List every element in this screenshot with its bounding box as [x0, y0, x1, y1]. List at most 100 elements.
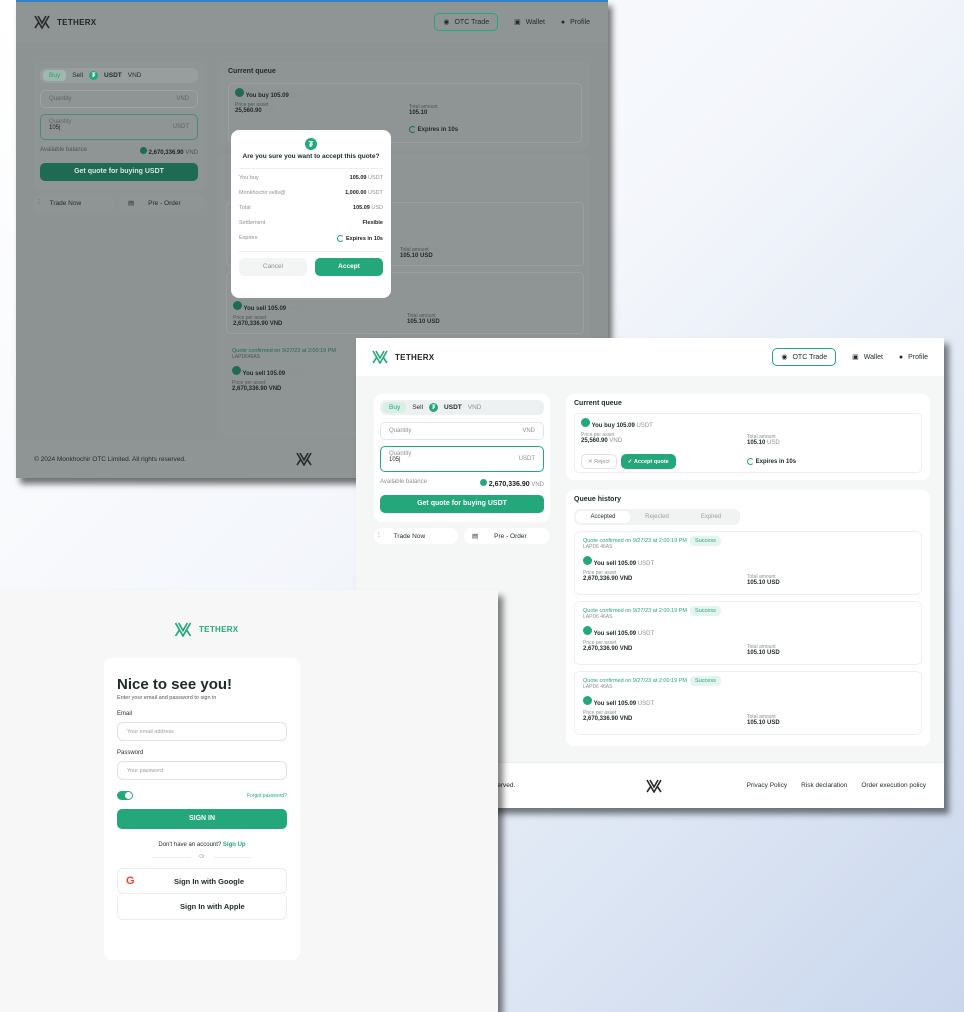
tab-accepted[interactable]: Accepted: [576, 511, 630, 523]
tab-rejected[interactable]: Rejected: [630, 514, 684, 520]
modal-row: Total 105.09 USD: [239, 205, 383, 211]
total-value: 105.10 USD: [747, 580, 780, 586]
box-icon: ▤: [128, 200, 135, 207]
buy-tab[interactable]: Buy: [383, 402, 407, 413]
usdt-icon: ₮: [89, 71, 99, 80]
trade-panel: Buy Sell ₮ USDT VND Quantity VND Quantity 1…: [34, 62, 204, 190]
tab-expired[interactable]: Expired: [684, 514, 738, 520]
brand-name: TETHERX: [395, 352, 435, 362]
no-account-text: Don't have an account?: [158, 842, 222, 848]
modal-row-value: Expires in 10s: [337, 235, 383, 242]
google-signin-button[interactable]: G Sign In with Google: [117, 868, 287, 894]
cancel-button[interactable]: Cancel: [239, 258, 307, 276]
forgot-password-link[interactable]: Forgot password?: [247, 793, 287, 799]
buy-tab[interactable]: Buy: [43, 70, 67, 81]
brand-name: TETHERX: [57, 17, 97, 27]
expires-timer: Expires in 10s: [747, 458, 796, 465]
get-quote-button[interactable]: Get quote for buying USDT: [40, 163, 198, 181]
nav-profile[interactable]: ● Profile: [899, 354, 928, 361]
preorder-button[interactable]: ▤ Pre - Order: [120, 195, 204, 211]
box-icon: ▤: [472, 533, 479, 540]
quantity-field[interactable]: Quantity VND: [380, 422, 544, 440]
quantity-usdt-field[interactable]: Quantity 105| USDT: [40, 114, 198, 140]
nav-otc-trade[interactable]: ◉ OTC Trade: [434, 13, 499, 31]
email-field[interactable]: Your email address: [117, 722, 287, 741]
otc-icon: ◉: [781, 354, 788, 361]
get-quote-button[interactable]: Get quote for buying USDT: [380, 495, 544, 513]
privacy-policy-link[interactable]: Privacy Policy: [747, 782, 787, 789]
trade-now-button[interactable]: ⫶ Trade Now: [374, 528, 458, 544]
usdt-icon: [581, 418, 590, 427]
brand-name: TETHERX: [199, 625, 239, 634]
modal-row: You buy 105.09 USDT: [239, 175, 383, 181]
spinner-icon: [337, 235, 345, 242]
preorder-button[interactable]: ▤ Pre - Order: [464, 528, 550, 544]
asset-label: USDT: [444, 404, 462, 411]
accept-quote-button[interactable]: ✓ Accept quote: [620, 454, 676, 469]
nav-otc-trade[interactable]: ◉ OTC Trade: [772, 348, 837, 366]
current-queue: Current queue You buy 105.09 USDT Price …: [566, 394, 930, 480]
signin-button[interactable]: SIGN IN: [117, 809, 287, 829]
modal-row-value: Flexible: [362, 220, 383, 226]
profile-icon: ●: [560, 18, 566, 26]
password-label: Password: [117, 750, 144, 756]
sell-text: You sell 105.09: [593, 631, 637, 637]
usdt-icon: [583, 696, 592, 705]
apple-signin-button[interactable]: Sign In with Apple: [117, 894, 287, 920]
modal-row: Expires Expires in 10s: [239, 235, 383, 242]
modal-row-value: 105.09 USD: [353, 205, 383, 211]
nav-profile[interactable]: ● Profile: [561, 19, 590, 26]
fiat-label: VND: [127, 72, 142, 79]
status-badge: Success: [690, 676, 721, 686]
nav-wallet[interactable]: ▣ Wallet: [514, 18, 545, 27]
modal-row-label: Monkhochir sells@: [239, 190, 286, 196]
fiat-label: VND: [467, 404, 482, 411]
history-row: Quote confirmed on 9/27/23 at 2:00:19 PM…: [574, 601, 922, 665]
close-icon: ✕: [588, 458, 593, 465]
usdt-icon: [583, 626, 592, 635]
tetherx-logo-icon: [34, 15, 50, 29]
modal-row-label: Settlement: [239, 220, 266, 226]
nav-wallet[interactable]: ▣ Wallet: [852, 353, 883, 362]
balance-row: Available balance 2,670,336.90 VND: [380, 479, 544, 488]
reject-button[interactable]: ✕ Reject: [581, 454, 617, 469]
google-icon: G: [126, 875, 135, 887]
sell-tab[interactable]: Sell: [72, 72, 83, 79]
modal-row-value: 105.09 USDT: [349, 175, 383, 181]
expires-timer: Expires in 10s: [409, 126, 458, 133]
email-label: Email: [117, 711, 133, 717]
buy-sell-toggle: Buy Sell ₮ USDT VND: [380, 400, 544, 415]
trade-now-button[interactable]: ⫶ Trade Now: [34, 195, 114, 211]
header: TETHERX ◉ OTC Trade ▣ Wallet ● Profile: [356, 338, 944, 376]
footer-logo-icon: [296, 452, 312, 466]
modal-row-label: Total: [239, 205, 251, 211]
modal-title: Are you sure you want to accept this quo…: [242, 153, 380, 160]
history-list: Quote confirmed on 9/27/23 at 2:00:19 PM…: [574, 531, 922, 735]
history-tabs: Accepted Rejected Expired: [574, 509, 740, 525]
sell-tab[interactable]: Sell: [412, 404, 423, 411]
login-subtitle: Enter your email and password to sign in: [117, 695, 217, 701]
modal-row-label: Expires: [239, 235, 258, 241]
logo[interactable]: TETHERX: [174, 622, 238, 637]
candles-icon: ⫶: [378, 532, 380, 539]
total-value: 105.10 USD: [747, 720, 780, 726]
tether-icon: ₮: [305, 138, 317, 150]
status-badge: Success: [690, 536, 721, 546]
order-execution-link[interactable]: Order execution policy: [861, 782, 926, 789]
quantity-field[interactable]: Quantity VND: [40, 90, 198, 108]
logo[interactable]: TETHERX: [372, 350, 434, 364]
signup-link[interactable]: Sign Up: [223, 842, 246, 848]
password-field[interactable]: Your password: [117, 761, 287, 780]
profile-icon: ●: [898, 353, 904, 361]
check-icon: ✓: [627, 458, 633, 465]
accept-button[interactable]: Accept: [315, 258, 383, 276]
remember-toggle[interactable]: [117, 791, 133, 800]
quantity-usdt-field[interactable]: Quantity 105| USDT: [380, 446, 544, 472]
quote-id: LAPD6 46AS: [583, 684, 613, 690]
spinner-icon: [747, 458, 754, 465]
wallet-icon: ▣: [852, 354, 859, 361]
modal-row-label: You buy: [239, 175, 259, 181]
logo[interactable]: TETHERX: [34, 15, 96, 29]
confirm-modal: ₮ Are you sure you want to accept this q…: [231, 130, 391, 298]
risk-declaration-link[interactable]: Risk declaration: [801, 782, 847, 789]
